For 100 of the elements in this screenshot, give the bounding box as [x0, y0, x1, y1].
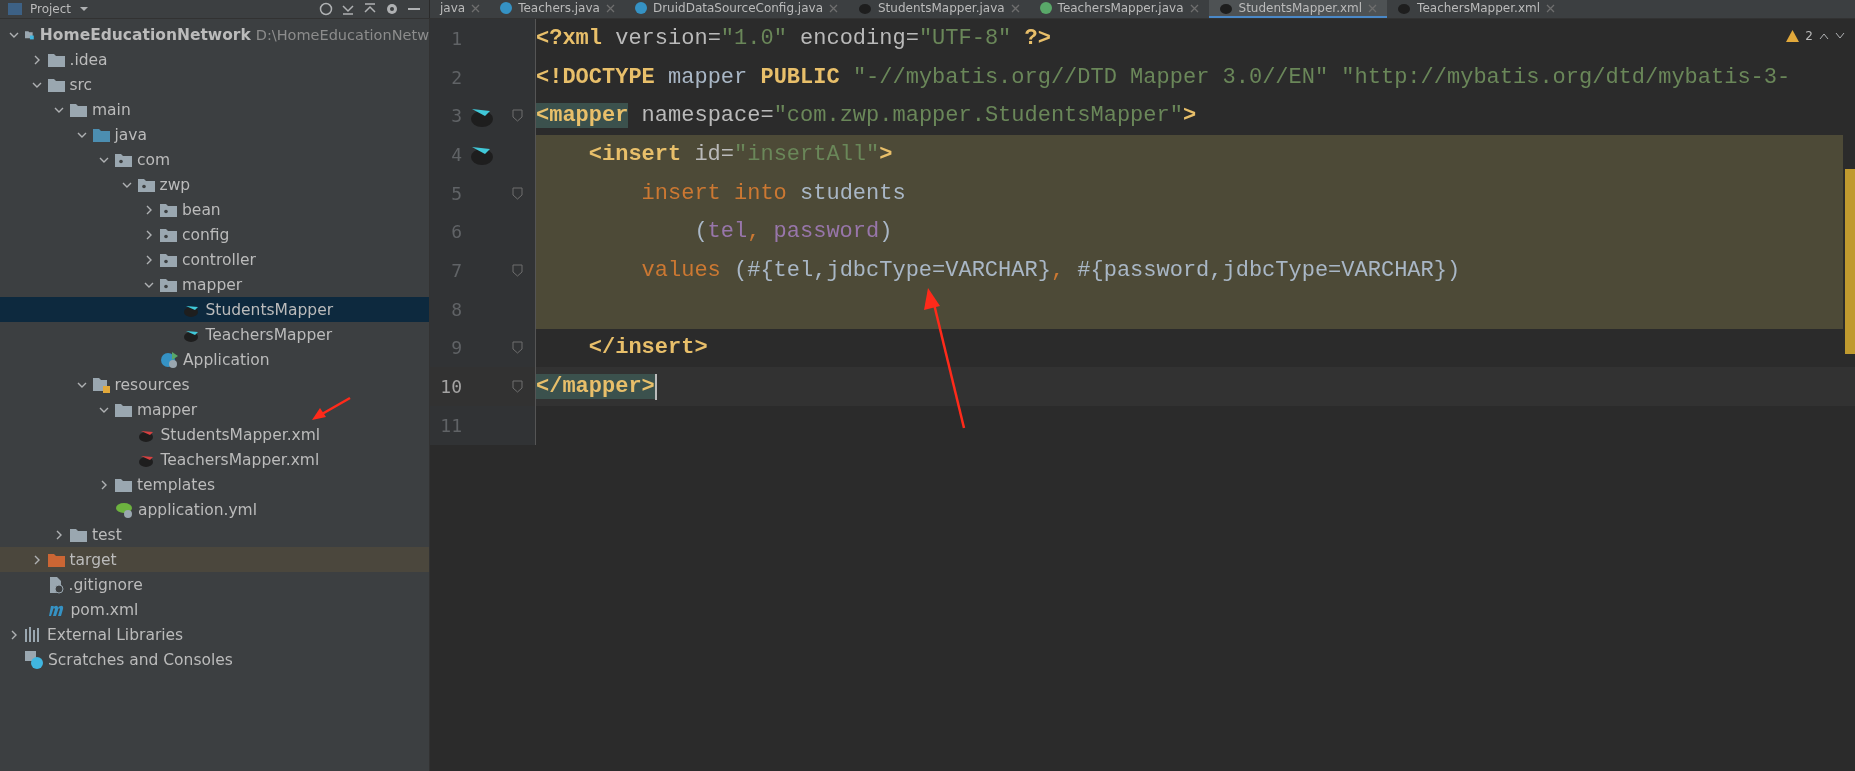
tree-row[interactable]: TeachersMapper — [0, 322, 429, 347]
folder-icon — [70, 102, 87, 117]
tree-row[interactable]: resources — [0, 372, 429, 397]
code-text: <mapper namespace="com.zwp.mapper.StudentsMapper"> — [536, 103, 1197, 129]
tree-row[interactable]: bean — [0, 197, 429, 222]
editor-tab[interactable]: java — [430, 0, 491, 18]
folder-icon — [47, 77, 65, 92]
tree-label: mapper — [137, 400, 198, 419]
tree-label: TeachersMapper — [205, 325, 333, 344]
tree-label: .gitignore — [68, 575, 143, 594]
project-path: D:\HomeEducationNetw — [255, 26, 429, 43]
tree-row[interactable]: External Libraries — [0, 622, 429, 647]
tree-label: .idea — [69, 50, 108, 69]
library-icon — [25, 627, 42, 642]
tree-row[interactable]: StudentsMapper.xml — [0, 422, 429, 447]
tree-label: com — [137, 150, 171, 169]
code-text: values (#{tel,jdbcType=VARCHAR}, #{password,jdbcType=VARCHAR}) — [640, 257, 1461, 283]
tree-row[interactable]: .idea — [0, 47, 429, 72]
tree-row[interactable]: mapper — [0, 272, 429, 297]
editor-tab[interactable]: TeachersMapper.xml — [1387, 0, 1565, 18]
interface-icon — [1039, 2, 1052, 14]
tree-row[interactable]: application.yml — [0, 497, 429, 522]
folder-icon — [47, 552, 65, 567]
package-icon — [137, 177, 155, 192]
tree-row[interactable]: Scratches and Consoles — [0, 647, 429, 672]
tree-label: zwp — [159, 175, 191, 194]
tree-label: java — [114, 125, 147, 144]
tree-row[interactable]: zwp — [0, 172, 429, 197]
tree-label: External Libraries — [47, 625, 184, 644]
code-text: insert into students — [640, 180, 906, 206]
folder-icon — [47, 52, 65, 67]
file-icon — [47, 575, 64, 594]
tree-row[interactable]: .gitignore — [0, 572, 429, 597]
panel-icon — [8, 3, 22, 15]
folder-icon — [70, 527, 87, 542]
tree-row[interactable]: mapper — [0, 397, 429, 422]
tree-row[interactable]: java — [0, 122, 429, 147]
tree-row[interactable]: controller — [0, 247, 429, 272]
package-icon — [160, 252, 177, 267]
code-text: (tel, password) — [693, 219, 893, 245]
tree-label: config — [182, 225, 230, 244]
tree-label: Scratches and Consoles — [48, 650, 233, 669]
tree-row[interactable]: Application — [0, 347, 429, 372]
tree-label: templates — [137, 475, 216, 494]
settings-icon[interactable] — [385, 2, 399, 16]
tree-row[interactable]: com — [0, 147, 429, 172]
line-number: 10 — [439, 376, 462, 398]
text-cursor — [654, 373, 657, 400]
caret-icon[interactable] — [79, 5, 90, 13]
tree-label: StudentsMapper.xml — [160, 425, 321, 444]
code-text: <?xml version="1.0" encoding="UTF-8" ?> — [536, 25, 1051, 51]
package-icon — [115, 152, 132, 167]
tree-row[interactable]: pom.xml — [0, 597, 429, 622]
tree-label: bean — [182, 200, 221, 219]
package-icon — [160, 277, 177, 292]
tree-row[interactable]: TeachersMapper.xml — [0, 447, 429, 472]
expand-icon[interactable] — [341, 2, 355, 16]
class-icon — [634, 2, 647, 14]
tree-label: main — [92, 100, 131, 119]
class-icon — [160, 350, 178, 369]
editor-tab[interactable]: TeachersMapper.java — [1029, 0, 1209, 18]
tree-row[interactable]: templates — [0, 472, 429, 497]
tree-label: TeachersMapper.xml — [160, 450, 320, 469]
code-text: </mapper> — [536, 374, 655, 400]
tree-row[interactable]: test — [0, 522, 429, 547]
editor-tab[interactable]: StudentsMapper.java — [848, 0, 1030, 18]
editor-tab[interactable]: StudentsMapper.xml — [1208, 0, 1388, 18]
class-icon — [500, 2, 513, 14]
leaf-icon — [115, 500, 133, 519]
warning-count: 2 — [1805, 28, 1813, 45]
editor-tab[interactable]: Teachers.java — [490, 0, 625, 18]
tree-label: Application — [183, 350, 270, 369]
tree-label: mapper — [182, 275, 243, 294]
tree-label: application.yml — [138, 500, 257, 519]
scratches-icon — [25, 650, 43, 669]
tree-label: target — [69, 550, 117, 569]
tree-label: StudentsMapper — [205, 300, 334, 319]
tree-row[interactable]: target — [0, 547, 429, 572]
tree-row[interactable]: StudentsMapper — [0, 297, 429, 322]
code-text: <!DOCTYPE mapper PUBLIC "-//mybatis.org//DTD Mapper 3.0//EN" "http://mybatis.org/dtd/mybatis-3- — [536, 64, 1791, 90]
tree-label: controller — [182, 250, 256, 269]
folder-icon — [115, 402, 132, 417]
tree-label: HomeEducationNetwork — [39, 25, 251, 44]
resources-folder-icon — [92, 376, 110, 393]
tree-label: pom.xml — [70, 600, 139, 619]
tree-row[interactable]: config — [0, 222, 429, 247]
locate-icon[interactable] — [319, 2, 333, 16]
folder-icon — [92, 127, 110, 142]
tree-row[interactable]: src — [0, 72, 429, 97]
warning-icon[interactable] — [1786, 30, 1800, 42]
folder-icon — [115, 477, 132, 492]
editor-tab[interactable]: DruidDataSourceConfig.java — [624, 0, 848, 18]
code-text: <insert id="insertAll"> — [587, 141, 893, 167]
package-icon — [160, 227, 177, 242]
next-icon[interactable] — [1835, 32, 1845, 40]
tree-row[interactable]: main — [0, 97, 429, 122]
panel-title[interactable]: Project — [30, 0, 72, 18]
tree-label: test — [92, 525, 122, 544]
tree-row[interactable]: HomeEducationNetwork D:\HomeEducationNetw — [0, 22, 429, 47]
previous-icon[interactable] — [1819, 32, 1829, 40]
